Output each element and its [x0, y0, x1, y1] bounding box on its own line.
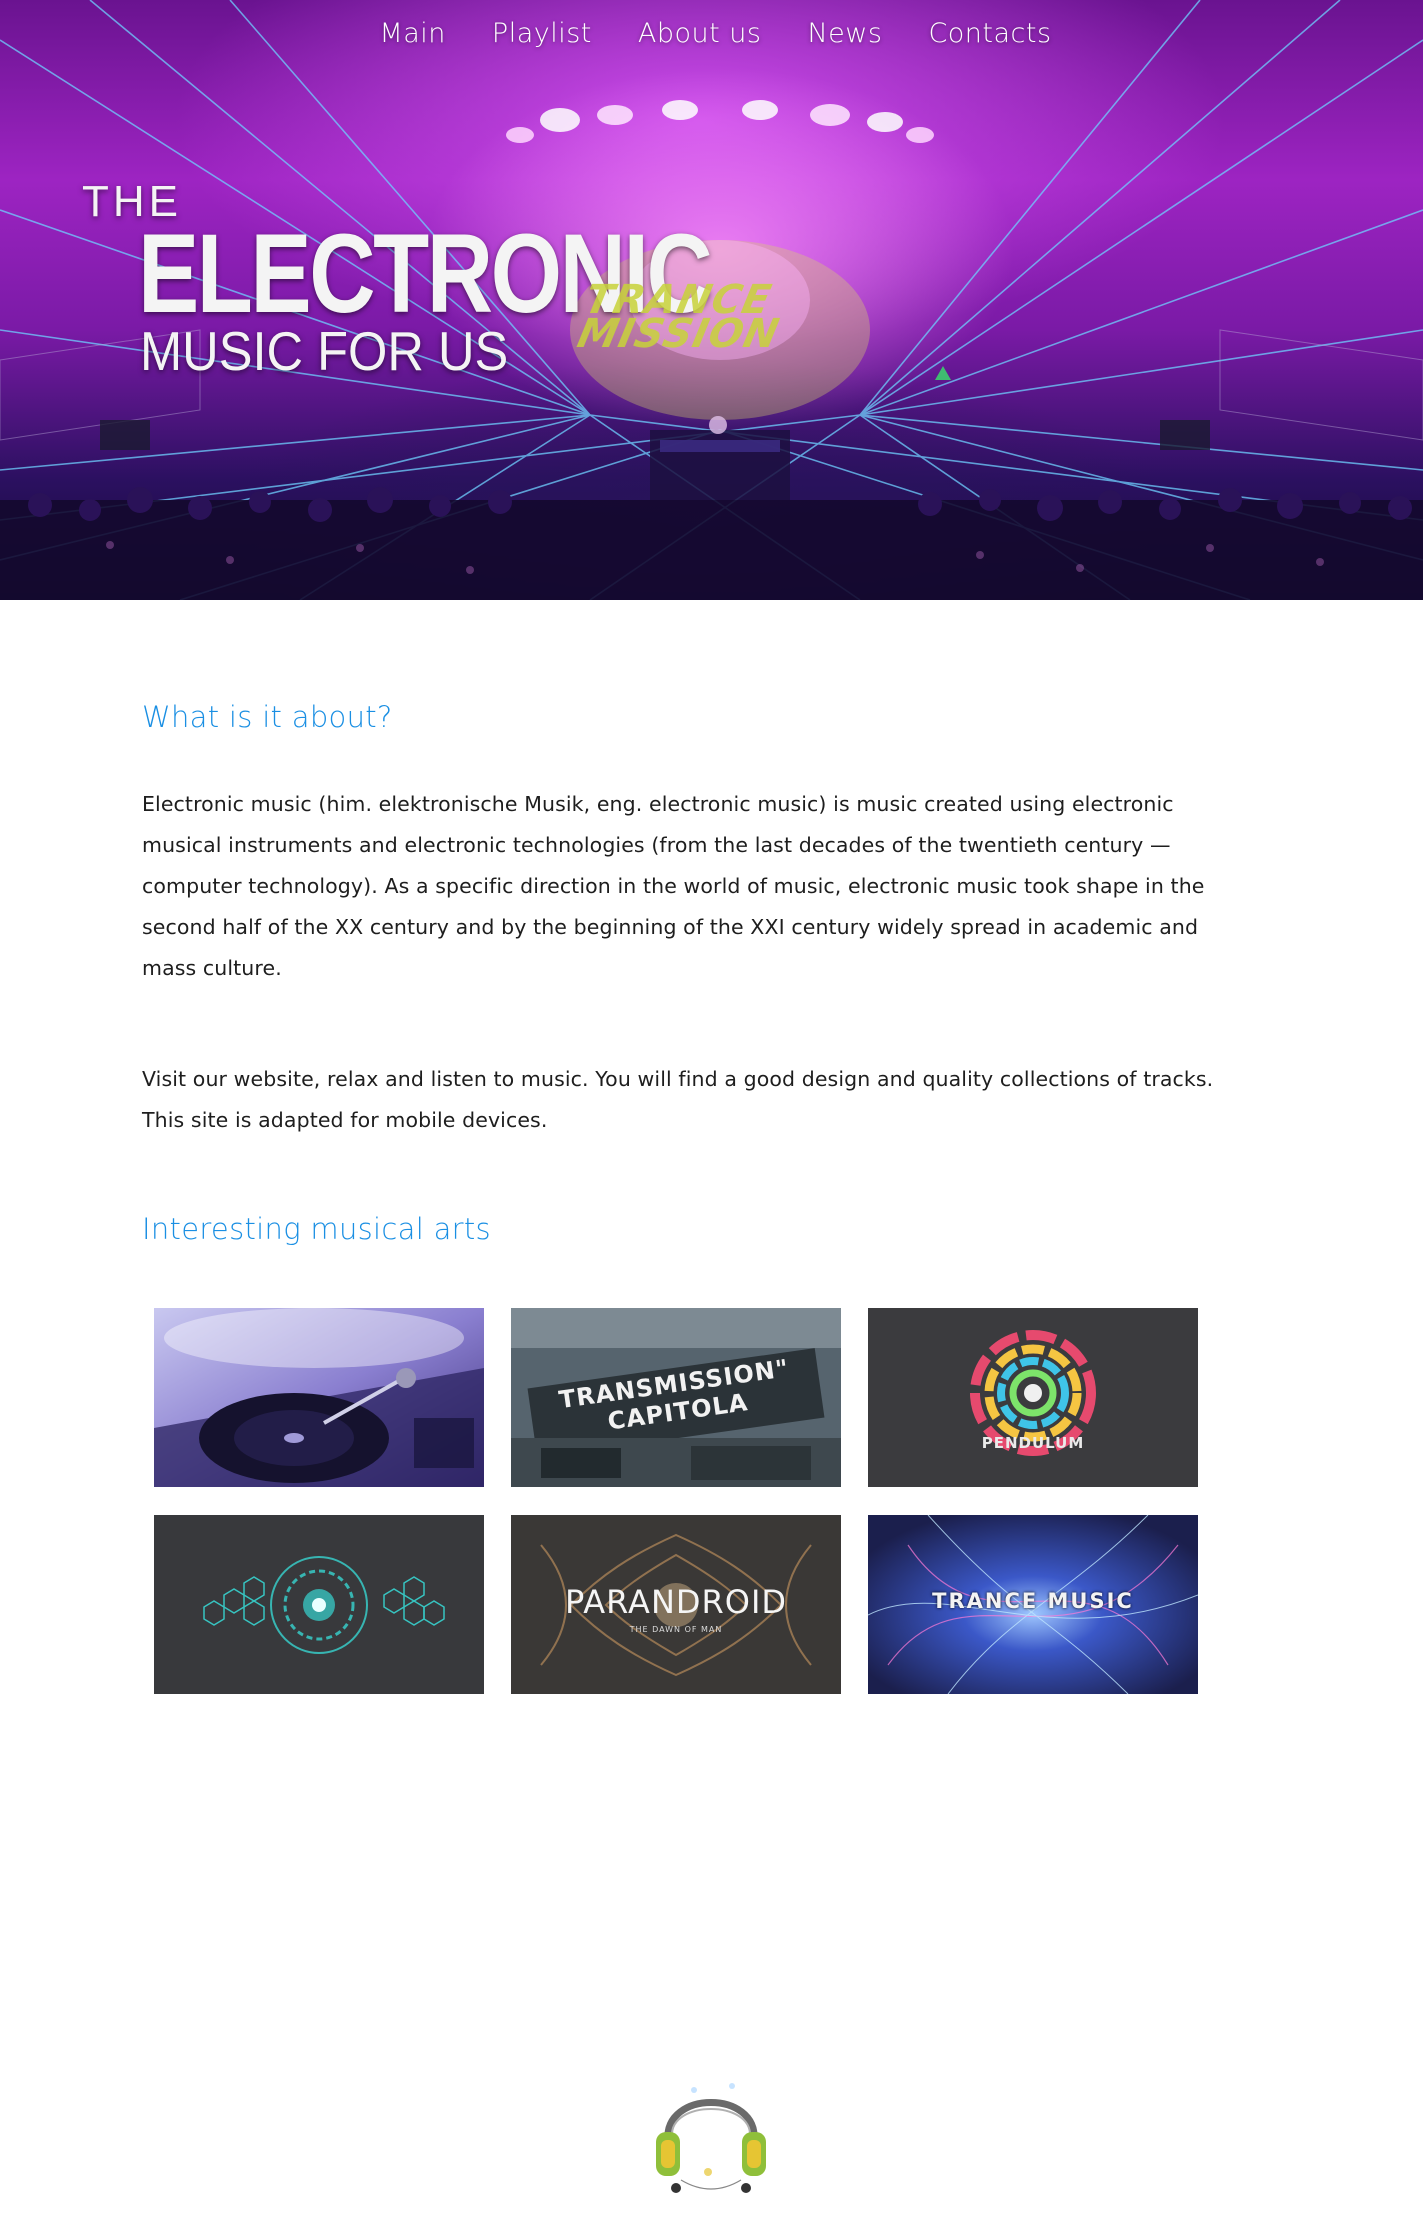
art-thumb-trance-music[interactable]: TRANCE MUSIC: [868, 1515, 1198, 1694]
headphones-icon: [646, 2060, 776, 2200]
about-heading: What is it about?: [142, 700, 393, 734]
trance-music-caption: TRANCE MUSIC: [932, 1589, 1134, 1613]
about-paragraph-2: Visit our website, relax and listen to m…: [142, 1067, 1214, 1132]
stage-logo: TRANCE MISSION: [573, 277, 784, 357]
art-thumb-pendulum[interactable]: PENDULUM: [868, 1308, 1198, 1487]
main-nav: Main Playlist About us News Contacts: [0, 18, 1423, 49]
nav-item-playlist[interactable]: Playlist: [492, 18, 592, 49]
pendulum-image: [868, 1308, 1198, 1487]
art-thumb-transmission[interactable]: TRANSMISSION" CAPITOLA: [511, 1308, 841, 1487]
art-thumb-parandroid[interactable]: PARANDROID THE DAWN OF MAN: [511, 1515, 841, 1694]
arts-gallery: TRANSMISSION" CAPITOLA PENDULUM PARANDRO…: [154, 1308, 1214, 1694]
turntable-image: [154, 1308, 484, 1487]
parandroid-caption: PARANDROID: [564, 1583, 788, 1621]
arts-heading: Interesting musical arts: [142, 1212, 491, 1246]
art-thumb-hexagons[interactable]: [154, 1515, 484, 1694]
nav-item-news[interactable]: News: [807, 18, 882, 49]
pendulum-caption: PENDULUM: [981, 1434, 1085, 1452]
nav-item-main[interactable]: Main: [379, 18, 445, 49]
about-paragraph-1: Electronic music (him. elektronische Mus…: [142, 792, 1205, 980]
parandroid-subcaption: THE DAWN OF MAN: [629, 1625, 723, 1634]
hexagon-image: [154, 1515, 484, 1694]
hero-banner: Main Playlist About us News Contacts THE…: [0, 0, 1423, 600]
nav-item-about-us[interactable]: About us: [638, 18, 762, 49]
hero-title-line3: MUSIC FOR US: [140, 320, 509, 382]
nav-item-contacts[interactable]: Contacts: [928, 18, 1051, 49]
art-thumb-turntable[interactable]: [154, 1308, 484, 1487]
